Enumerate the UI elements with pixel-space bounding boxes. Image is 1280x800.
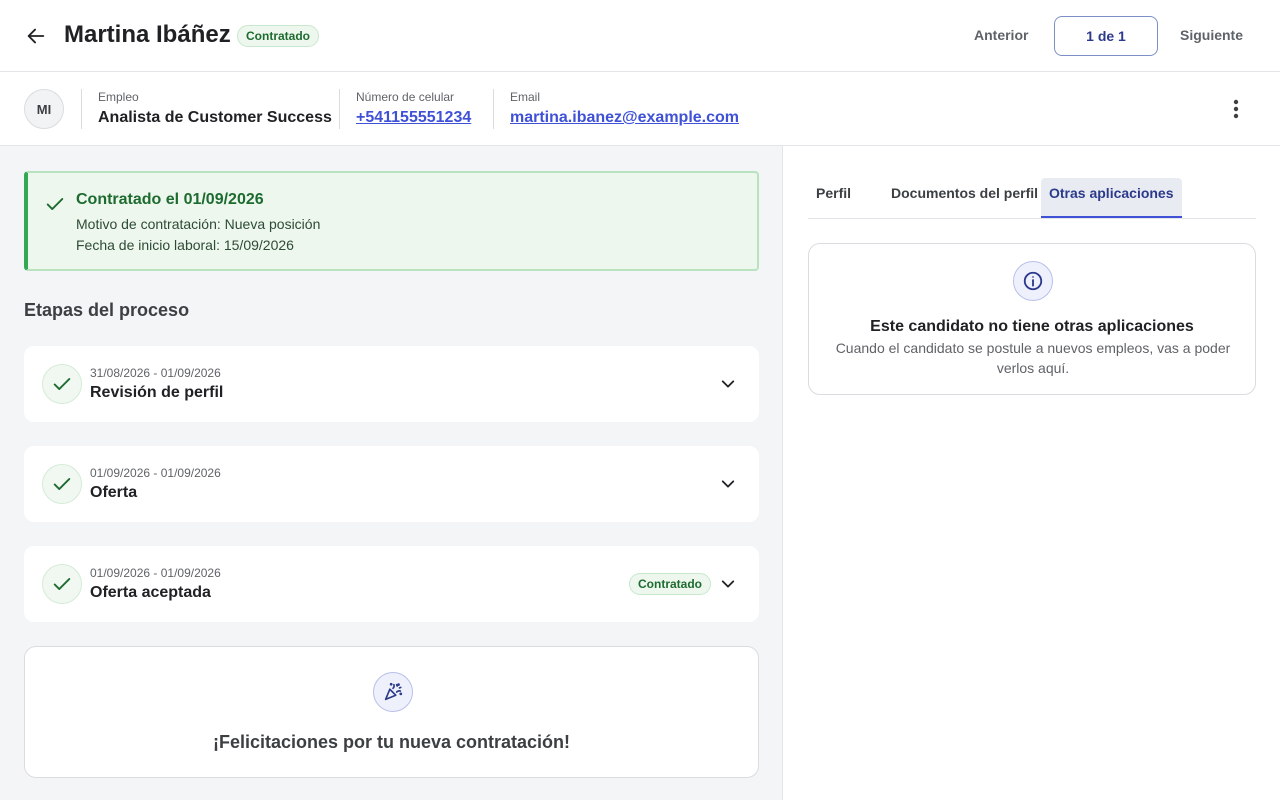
stage-card[interactable]: 01/09/2026 - 01/09/2026 Oferta aceptada … bbox=[24, 546, 759, 622]
info-icon bbox=[1023, 271, 1043, 291]
stage-name: Revisión de perfil bbox=[90, 384, 224, 401]
phone-link[interactable]: +541155551234 bbox=[356, 107, 471, 129]
stage-dates: 01/09/2026 - 01/09/2026 bbox=[90, 566, 221, 580]
status-badge: Contratado bbox=[629, 573, 711, 595]
back-button[interactable] bbox=[22, 22, 50, 50]
status-badge: Contratado bbox=[237, 25, 319, 47]
job-info: Empleo Analista de Customer Success bbox=[81, 89, 332, 129]
phone-label: Número de celular bbox=[356, 90, 455, 104]
candidate-name: Martina Ibáñez bbox=[64, 21, 231, 48]
party-popper-icon bbox=[384, 682, 403, 701]
check-icon bbox=[53, 378, 71, 390]
empty-state-description: Cuando el candidato se postule a nuevos … bbox=[835, 340, 1231, 376]
candidate-info-bar: MI Empleo Analista de Customer Success N… bbox=[0, 73, 1280, 146]
email-link[interactable]: martina.ibanez@example.com bbox=[510, 107, 739, 129]
start-date: Fecha de inicio laboral: 15/09/2026 bbox=[76, 237, 294, 253]
chevron-down-icon bbox=[721, 380, 735, 388]
phone-info: Número de celular +541155551234 bbox=[339, 89, 471, 129]
stage-status bbox=[42, 364, 82, 404]
stage-status bbox=[42, 564, 82, 604]
hired-banner: Contratado el 01/09/2026 Motivo de contr… bbox=[24, 171, 759, 271]
arrow-left-icon bbox=[27, 28, 45, 44]
empty-state-card: Este candidato no tiene otras aplicacion… bbox=[808, 243, 1256, 395]
stage-status bbox=[42, 464, 82, 504]
expand-stage-button[interactable] bbox=[716, 572, 740, 596]
left-panel: Contratado el 01/09/2026 Motivo de contr… bbox=[0, 146, 783, 800]
email-label: Email bbox=[510, 90, 541, 104]
more-vertical-icon bbox=[1233, 99, 1239, 119]
right-panel: Perfil Documentos del perfil Otras aplic… bbox=[784, 146, 1280, 800]
more-options-button[interactable] bbox=[1222, 95, 1250, 123]
chevron-down-icon bbox=[721, 480, 735, 488]
empty-state-title: Este candidato no tiene otras aplicacion… bbox=[870, 318, 1194, 335]
previous-button[interactable]: Anterior bbox=[960, 24, 1042, 46]
check-icon bbox=[53, 578, 71, 590]
congrats-card: ¡Felicitaciones por tu nueva contratació… bbox=[24, 646, 759, 778]
profile-tabs: Perfil Documentos del perfil Otras aplic… bbox=[808, 178, 1256, 219]
expand-stage-button[interactable] bbox=[716, 372, 740, 396]
hired-title: Contratado el 01/09/2026 bbox=[76, 191, 264, 208]
tab-profile-documents[interactable]: Documentos del perfil bbox=[883, 178, 1046, 218]
candidate-counter[interactable]: 1 de 1 bbox=[1054, 16, 1158, 56]
stages-title: Etapas del proceso bbox=[24, 300, 190, 320]
congrats-message: ¡Felicitaciones por tu nueva contratació… bbox=[212, 732, 571, 752]
expand-stage-button[interactable] bbox=[716, 472, 740, 496]
job-label: Empleo bbox=[98, 90, 139, 104]
next-button[interactable]: Siguiente bbox=[1168, 24, 1255, 46]
info-icon-wrap bbox=[1013, 261, 1053, 301]
check-icon bbox=[46, 198, 64, 210]
stage-card[interactable]: 31/08/2026 - 01/09/2026 Revisión de perf… bbox=[24, 346, 759, 422]
party-popper-icon-wrap bbox=[373, 672, 413, 712]
avatar: MI bbox=[24, 89, 64, 129]
check-icon bbox=[53, 478, 71, 490]
tab-profile[interactable]: Perfil bbox=[808, 178, 859, 218]
stage-name: Oferta aceptada bbox=[90, 584, 211, 601]
stage-card[interactable]: 01/09/2026 - 01/09/2026 Oferta bbox=[24, 446, 759, 522]
stage-dates: 01/09/2026 - 01/09/2026 bbox=[90, 466, 221, 480]
page-header: Martina Ibáñez Contratado Anterior 1 de … bbox=[0, 0, 1280, 72]
job-value: Analista de Customer Success bbox=[98, 109, 332, 126]
chevron-down-icon bbox=[721, 580, 735, 588]
stage-dates: 31/08/2026 - 01/09/2026 bbox=[90, 366, 221, 380]
stage-name: Oferta bbox=[90, 484, 138, 501]
tab-other-applications[interactable]: Otras aplicaciones bbox=[1041, 178, 1182, 218]
email-info: Email martina.ibanez@example.com bbox=[493, 89, 739, 129]
hire-reason: Motivo de contratación: Nueva posición bbox=[76, 216, 321, 232]
